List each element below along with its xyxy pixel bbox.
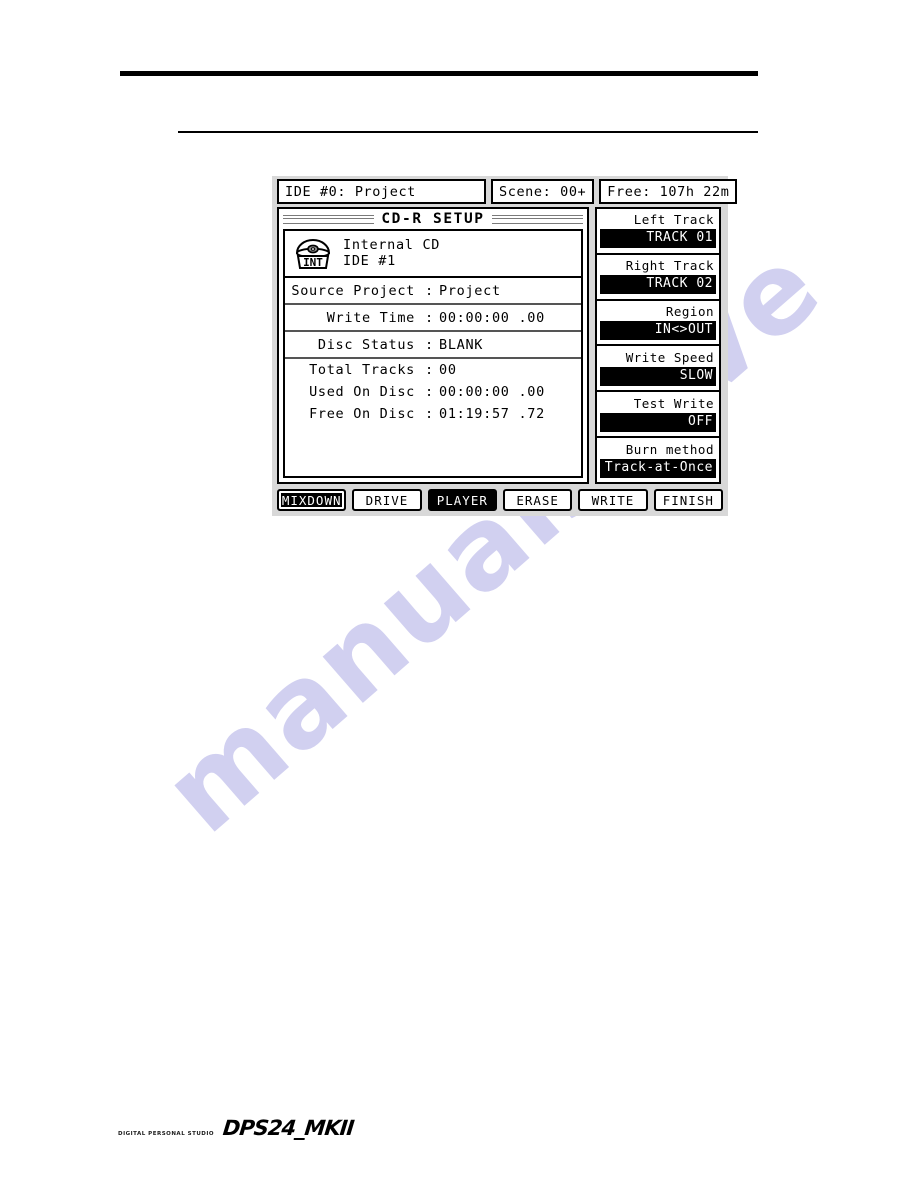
info-colon: : (425, 406, 434, 422)
info-row-write-time[interactable]: Write Time : 00:00:00 .00 (285, 305, 581, 332)
info-row-used-on-disc: Used On Disc : 00:00:00 .00 (285, 381, 581, 403)
main-screen-panel: CD-R SETUP INT Internal CD IDE #1 Source… (277, 207, 589, 484)
device-name: Internal CD (343, 237, 441, 253)
param-value[interactable]: Track-at-Once (600, 458, 716, 478)
info-row-disc-status[interactable]: Disc Status : BLANK (285, 332, 581, 359)
screen-body: CD-R SETUP INT Internal CD IDE #1 Source… (277, 207, 726, 484)
param-label: Right Track (625, 258, 714, 274)
param-right-track[interactable]: Right Track TRACK 02 (597, 255, 719, 301)
svg-text:INT: INT (303, 256, 323, 269)
info-row-source-project[interactable]: Source Project : Project (285, 278, 581, 305)
header-rule-thick (120, 71, 758, 76)
param-left-track[interactable]: Left Track TRACK 01 (597, 209, 719, 255)
project-field[interactable]: IDE #0: Project (277, 179, 486, 204)
param-label: Burn method (625, 441, 714, 457)
param-test-write[interactable]: Test Write OFF (597, 392, 719, 439)
info-colon: : (425, 384, 434, 400)
parameter-panel: Left Track TRACK 01 Right Track TRACK 02… (595, 207, 721, 484)
footer-tagline: DIGITAL PERSONAL STUDIO (118, 1131, 215, 1137)
free-time-field: Free: 107h 22m (599, 179, 738, 204)
info-label: Free On Disc (309, 406, 415, 422)
soft-key-bar: MIXDOWN DRIVE PLAYER ERASE WRITE FINISH (277, 489, 723, 511)
soft-key-write[interactable]: WRITE (578, 489, 648, 511)
footer-branding: DIGITAL PERSONAL STUDIO DPS24_MKII (118, 1116, 355, 1140)
page-title: CD-R SETUP (381, 211, 485, 227)
title-decoration-left (283, 214, 375, 224)
info-list: Source Project : Project Write Time : 00… (285, 278, 581, 425)
info-colon: : (425, 362, 434, 378)
info-label: Used On Disc (309, 384, 415, 400)
param-label: Test Write (633, 395, 714, 411)
soft-key-erase[interactable]: ERASE (502, 489, 573, 511)
device-bus: IDE #1 (343, 253, 396, 269)
param-label: Left Track (633, 212, 714, 228)
status-bar: IDE #0: Project Scene: 00+ Free: 107h 22… (277, 179, 738, 204)
soft-key-finish[interactable]: FINISH (653, 489, 723, 511)
soft-key-drive[interactable]: DRIVE (352, 489, 422, 511)
header-rule-thin (178, 131, 758, 133)
param-value[interactable]: SLOW (600, 366, 716, 386)
screen-content: INT Internal CD IDE #1 Source Project : … (283, 229, 583, 478)
param-label: Write Speed (625, 349, 714, 365)
footer-model-logo: DPS24_MKII (221, 1116, 355, 1140)
info-value: 00:00:00 .00 (439, 384, 545, 400)
info-colon: : (425, 309, 434, 326)
param-value[interactable]: TRACK 01 (600, 229, 716, 249)
info-label: Source Project (291, 282, 415, 299)
info-row-free-on-disc: Free On Disc : 01:19:57 .72 (285, 403, 581, 425)
param-burn-method[interactable]: Burn method Track-at-Once (597, 438, 719, 482)
info-value: 01:19:57 .72 (439, 406, 545, 422)
param-region[interactable]: Region IN<>OUT (597, 301, 719, 347)
param-label: Region (665, 304, 714, 320)
screen-title-bar: CD-R SETUP (279, 209, 587, 229)
cd-disc-icon: INT (293, 236, 333, 270)
soft-key-mixdown[interactable]: MIXDOWN (277, 489, 347, 511)
info-colon: : (425, 282, 434, 299)
info-row-total-tracks: Total Tracks : 00 (285, 359, 581, 381)
info-colon: : (425, 336, 434, 353)
param-value[interactable]: TRACK 02 (600, 275, 716, 295)
info-label: Disc Status (317, 336, 415, 353)
info-label: Write Time (326, 309, 415, 326)
info-value: BLANK (439, 336, 484, 353)
info-label: Total Tracks (309, 362, 415, 378)
info-value: Project (439, 282, 501, 299)
param-value[interactable]: IN<>OUT (600, 321, 716, 341)
title-decoration-right (491, 214, 583, 224)
info-value: 00:00:00 .00 (439, 309, 545, 326)
soft-key-player[interactable]: PLAYER (427, 489, 497, 511)
device-description: Internal CD IDE #1 (343, 237, 440, 269)
param-write-speed[interactable]: Write Speed SLOW (597, 346, 719, 393)
device-screenshot: IDE #0: Project Scene: 00+ Free: 107h 22… (272, 176, 738, 516)
param-value[interactable]: OFF (600, 412, 716, 432)
device-row[interactable]: INT Internal CD IDE #1 (285, 231, 581, 278)
scene-field[interactable]: Scene: 00+ (491, 179, 595, 204)
info-value: 00 (439, 362, 457, 378)
